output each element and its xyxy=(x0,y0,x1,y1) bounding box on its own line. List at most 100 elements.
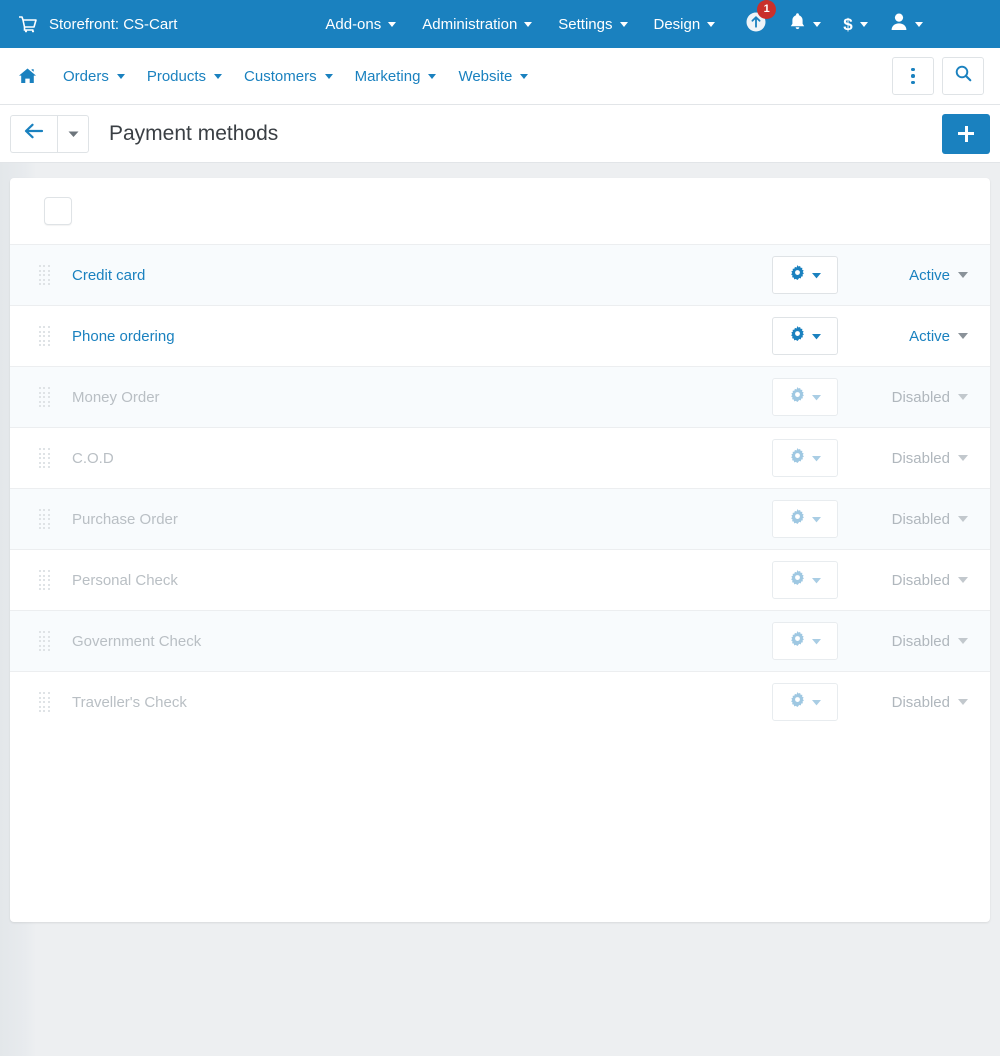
secondary-nav-actions xyxy=(892,57,984,95)
select-all-checkbox[interactable] xyxy=(44,197,72,225)
row-settings-button[interactable] xyxy=(772,683,838,721)
status-dropdown[interactable]: Disabled xyxy=(860,694,968,711)
back-dropdown-button[interactable] xyxy=(57,114,89,153)
status-badge: Active xyxy=(909,327,950,345)
drag-handle-icon[interactable] xyxy=(38,630,50,652)
status-dropdown[interactable]: Disabled xyxy=(860,633,968,650)
payment-method-name[interactable]: Money Order xyxy=(72,389,160,406)
table-row: Traveller's Check Disabled xyxy=(10,671,990,732)
row-settings-button[interactable] xyxy=(772,256,838,294)
table-row: C.O.D Disabled xyxy=(10,427,990,488)
status-dropdown[interactable]: Disabled xyxy=(860,572,968,589)
chevron-down-icon xyxy=(811,693,821,711)
drag-handle-icon[interactable] xyxy=(38,325,50,347)
sidebar-item-orders[interactable]: Orders xyxy=(63,68,125,85)
more-options-button[interactable] xyxy=(892,57,934,95)
row-settings-button[interactable] xyxy=(772,378,838,416)
upgrade-badge: 1 xyxy=(757,0,777,19)
secondary-nav-label: Marketing xyxy=(354,67,421,85)
drag-handle-icon[interactable] xyxy=(38,569,50,591)
gear-icon xyxy=(790,387,805,407)
status-dropdown[interactable]: Active xyxy=(860,267,968,284)
gear-icon xyxy=(790,631,805,651)
table-row: Purchase Order Disabled xyxy=(10,488,990,549)
main-content: Credit card Active Phone ordering Active Mon… xyxy=(0,163,1000,1056)
status-dropdown[interactable]: Disabled xyxy=(860,511,968,528)
chevron-down-icon xyxy=(811,327,821,345)
page-title: Payment methods xyxy=(109,121,279,145)
search-button[interactable] xyxy=(942,57,984,95)
top-nav-item-addons[interactable]: Add-ons xyxy=(325,15,397,33)
notifications-button[interactable] xyxy=(789,12,822,36)
payment-method-name[interactable]: C.O.D xyxy=(72,450,114,467)
storefront-brand[interactable]: Storefront: CS-Cart xyxy=(18,16,177,33)
status-dropdown[interactable]: Disabled xyxy=(860,389,968,406)
chevron-down-icon xyxy=(958,516,968,522)
sidebar-item-website[interactable]: Website xyxy=(458,68,529,85)
status-badge: Disabled xyxy=(891,571,950,589)
row-settings-button[interactable] xyxy=(772,622,838,660)
payment-method-name[interactable]: Government Check xyxy=(72,633,201,650)
sidebar-item-products[interactable]: Products xyxy=(146,67,223,85)
search-icon xyxy=(955,65,972,87)
status-badge: Active xyxy=(909,266,950,284)
status-badge: Disabled xyxy=(891,449,950,467)
table-row: Phone ordering Active xyxy=(10,305,990,366)
chevron-down-icon xyxy=(958,394,968,400)
sidebar-item-marketing[interactable]: Marketing xyxy=(355,68,437,85)
plus-icon xyxy=(958,125,974,142)
home-icon[interactable] xyxy=(14,65,41,87)
page-header: Payment methods xyxy=(0,105,1000,163)
status-dropdown[interactable]: Active xyxy=(860,328,968,345)
dollar-icon: $ xyxy=(843,14,853,34)
top-nav-label: Design xyxy=(653,15,701,33)
secondary-nav-label: Products xyxy=(146,67,207,85)
payment-method-name[interactable]: Traveller's Check xyxy=(72,694,187,711)
payment-method-name[interactable]: Credit card xyxy=(72,267,145,284)
chevron-down-icon xyxy=(707,21,716,27)
drag-handle-icon[interactable] xyxy=(38,386,50,408)
status-dropdown[interactable]: Disabled xyxy=(860,450,968,467)
secondary-nav-bar: Orders Products Customers Marketing Webs… xyxy=(0,48,1000,105)
gear-icon xyxy=(790,692,805,712)
add-payment-method-button[interactable] xyxy=(942,113,990,154)
row-settings-button[interactable] xyxy=(772,561,838,599)
top-bar-actions: 1 $ xyxy=(745,0,923,38)
back-button-group xyxy=(10,114,89,153)
upgrade-center-button[interactable]: 1 xyxy=(745,0,777,38)
row-settings-button[interactable] xyxy=(772,317,838,355)
top-nav-label: Settings xyxy=(558,15,613,33)
payment-method-name[interactable]: Purchase Order xyxy=(72,511,178,528)
top-nav: Add-ons Administration Settings Design xyxy=(325,15,716,33)
chevron-down-icon xyxy=(958,577,968,583)
top-nav-item-settings[interactable]: Settings xyxy=(558,15,628,33)
table-row: Personal Check Disabled xyxy=(10,549,990,610)
drag-handle-icon[interactable] xyxy=(38,508,50,530)
shopping-cart-icon xyxy=(18,15,37,33)
row-settings-button[interactable] xyxy=(772,439,838,477)
gear-icon xyxy=(790,448,805,468)
chevron-down-icon xyxy=(619,21,628,27)
top-nav-label: Add-ons xyxy=(325,15,382,33)
back-button[interactable] xyxy=(10,114,57,153)
list-header xyxy=(10,178,990,244)
sidebar-item-customers[interactable]: Customers xyxy=(244,68,333,85)
arrow-left-icon xyxy=(24,123,44,144)
storefront-label: Storefront: CS-Cart xyxy=(49,15,178,33)
currency-selector[interactable]: $ xyxy=(843,14,868,34)
top-nav-item-design[interactable]: Design xyxy=(654,16,716,33)
drag-handle-icon[interactable] xyxy=(38,691,50,713)
chevron-down-icon xyxy=(813,21,822,27)
chevron-down-icon xyxy=(388,21,397,27)
secondary-nav-items: Orders Products Customers Marketing Webs… xyxy=(14,65,529,87)
top-nav-item-administration[interactable]: Administration xyxy=(422,16,533,33)
drag-handle-icon[interactable] xyxy=(38,264,50,286)
payment-method-name[interactable]: Phone ordering xyxy=(72,328,175,345)
secondary-nav-label: Customers xyxy=(244,67,317,85)
status-badge: Disabled xyxy=(891,693,950,711)
row-settings-button[interactable] xyxy=(772,500,838,538)
account-menu[interactable] xyxy=(890,12,923,36)
table-row: Credit card Active xyxy=(10,244,990,305)
payment-method-name[interactable]: Personal Check xyxy=(72,572,178,589)
drag-handle-icon[interactable] xyxy=(38,447,50,469)
